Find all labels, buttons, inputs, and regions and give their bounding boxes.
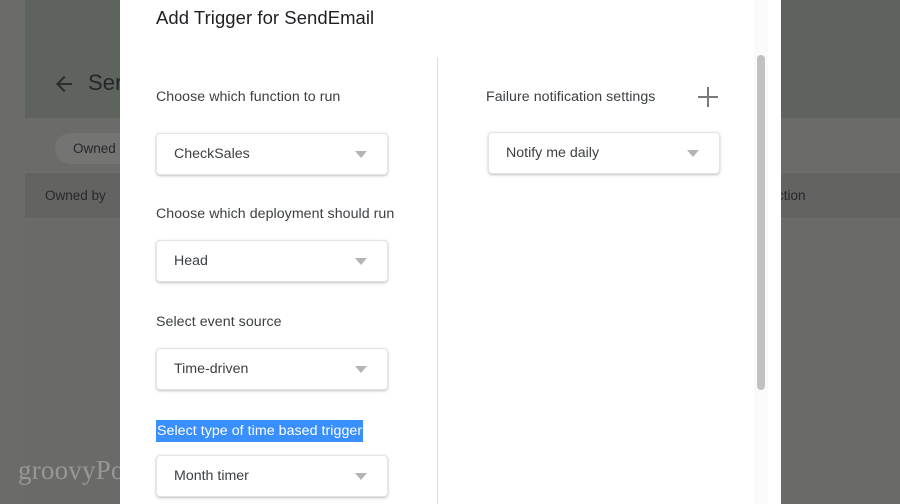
background-page-title: Ser: [88, 70, 123, 95]
add-trigger-dialog: Add Trigger for SendEmail Choose which f…: [120, 0, 781, 504]
chevron-down-icon: [355, 151, 367, 158]
screen: Ser Owned b Owned by unction groovyPost.…: [0, 0, 900, 504]
background-left-gutter: [0, 0, 25, 504]
dialog-title: Add Trigger for SendEmail: [156, 7, 375, 28]
select-function-to-run[interactable]: CheckSales: [156, 133, 388, 175]
plus-icon[interactable]: [698, 87, 718, 107]
background-column-header-owned-by: Owned by: [45, 188, 106, 203]
chevron-down-icon: [355, 366, 367, 373]
dialog-scrollbar-thumb[interactable]: [757, 55, 765, 390]
label-deployment-to-run: Choose which deployment should run: [156, 206, 395, 222]
chevron-down-icon: [355, 473, 367, 480]
select-event-source[interactable]: Time-driven: [156, 348, 388, 390]
label-time-based-trigger-type: Select type of time based trigger: [156, 420, 364, 442]
column-divider: [437, 57, 438, 504]
label-function-to-run: Choose which function to run: [156, 89, 341, 105]
chevron-down-icon: [355, 258, 367, 265]
arrow-left-icon[interactable]: [52, 72, 76, 96]
select-time-based-trigger-type[interactable]: Month timer: [156, 455, 388, 497]
label-failure-notification-settings: Failure notification settings: [486, 89, 656, 105]
chevron-down-icon: [687, 150, 699, 157]
select-time-based-trigger-type-value: Month timer: [174, 468, 249, 484]
label-event-source: Select event source: [156, 314, 282, 330]
select-event-source-value: Time-driven: [174, 361, 249, 377]
select-failure-notification[interactable]: Notify me daily: [488, 132, 720, 174]
select-function-to-run-value: CheckSales: [174, 146, 250, 162]
select-failure-notification-value: Notify me daily: [506, 145, 600, 161]
select-deployment-to-run-value: Head: [174, 253, 208, 269]
select-deployment-to-run[interactable]: Head: [156, 240, 388, 282]
